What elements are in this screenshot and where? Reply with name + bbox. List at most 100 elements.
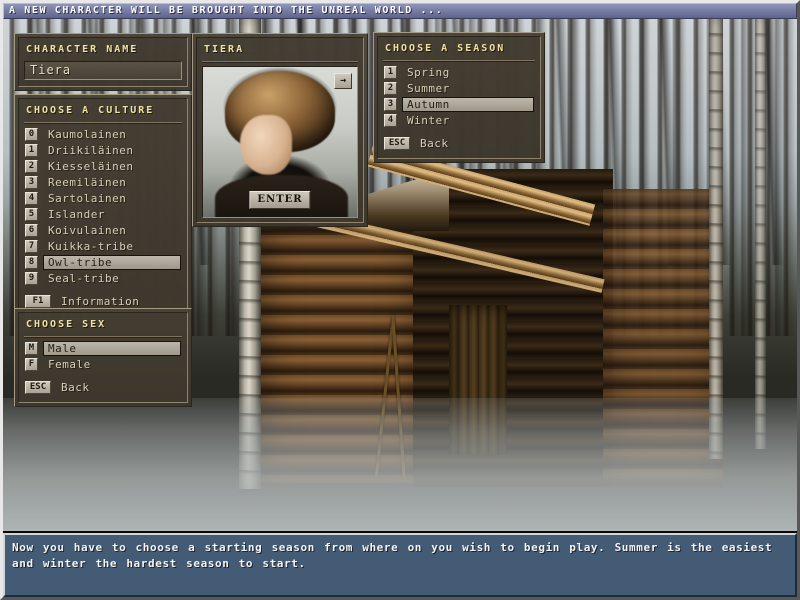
culture-item-7[interactable]: 7 Kuikka-tribe — [24, 239, 182, 254]
culture-option-9[interactable]: Seal-tribe — [43, 271, 181, 286]
season-option-autumn[interactable]: Autumn — [402, 96, 534, 112]
culture-item-3[interactable]: 3 Reemiläinen — [24, 175, 182, 190]
season-item-spring[interactable]: 1 Spring — [383, 65, 535, 80]
culture-item-2[interactable]: 2 Kiesseläinen — [24, 159, 182, 174]
season-actions-spacer — [383, 129, 535, 136]
snow-ground — [3, 397, 797, 531]
culture-option-4[interactable]: Sartolainen — [43, 191, 181, 206]
season-label-spring: Spring — [407, 65, 450, 79]
culture-key-8: 8 — [25, 255, 38, 269]
culture-panel-title: CHOOSE A CULTURE — [26, 105, 155, 116]
culture-label-8: Owl-tribe — [48, 255, 113, 269]
portrait-panel: TIERA → ENTER — [192, 33, 368, 227]
culture-option-0[interactable]: Kaumolainen — [43, 127, 181, 142]
portrait-panel-inner: TIERA → ENTER — [196, 37, 364, 223]
status-bar: Now you have to choose a starting season… — [3, 533, 797, 597]
sex-panel-inner: CHOOSE SEX M Male F Female ESC Back — [18, 312, 188, 403]
culture-key-2: 2 — [25, 159, 38, 173]
culture-item-9[interactable]: 9 Seal-tribe — [24, 271, 182, 286]
culture-label-4: Sartolainen — [48, 191, 127, 205]
season-action-option-back[interactable]: Back — [415, 136, 534, 151]
culture-option-2[interactable]: Kiesseläinen — [43, 159, 181, 174]
sex-option-male[interactable]: Male — [43, 340, 181, 356]
season-label-autumn: Autumn — [407, 97, 450, 111]
sex-label-male: Male — [48, 341, 77, 355]
portrait-panel-title: TIERA — [204, 44, 245, 55]
culture-label-1: Driikiläinen — [48, 143, 134, 157]
portrait-frame: → ENTER — [202, 65, 358, 218]
character-name-panel: CHARACTER NAME Tiera — [14, 33, 192, 91]
season-item-winter[interactable]: 4 Winter — [383, 113, 535, 128]
season-option-summer[interactable]: Summer — [402, 81, 534, 96]
game-window: A NEW CHARACTER WILL BE BROUGHT INTO THE… — [0, 0, 800, 600]
character-name-panel-inner: CHARACTER NAME Tiera — [18, 37, 188, 87]
sex-option-female[interactable]: Female — [43, 357, 181, 372]
culture-option-7[interactable]: Kuikka-tribe — [43, 239, 181, 254]
culture-label-9: Seal-tribe — [48, 271, 120, 285]
portrait-face — [239, 114, 293, 175]
culture-item-6[interactable]: 6 Koivulainen — [24, 223, 182, 238]
culture-option-3[interactable]: Reemiläinen — [43, 175, 181, 190]
sex-panel-title: CHOOSE SEX — [26, 319, 107, 330]
culture-option-5[interactable]: Islander — [43, 207, 181, 222]
culture-key-1: 1 — [25, 143, 38, 157]
sex-item-female[interactable]: F Female — [24, 357, 182, 372]
sex-action-back[interactable]: ESC Back — [24, 380, 182, 395]
sex-actions-spacer — [24, 373, 182, 380]
culture-action-option-information[interactable]: Information — [56, 294, 181, 309]
portrait-title-divider — [202, 60, 358, 62]
culture-item-1[interactable]: 1 Driikiläinen — [24, 143, 182, 158]
culture-label-2: Kiesseläinen — [48, 159, 134, 173]
character-name-input[interactable]: Tiera — [24, 60, 182, 80]
culture-item-0[interactable]: 0 Kaumolainen — [24, 127, 182, 142]
sex-panel: CHOOSE SEX M Male F Female ESC Back — [14, 308, 192, 407]
culture-action-information[interactable]: F1 Information — [24, 294, 182, 309]
culture-label-0: Kaumolainen — [48, 127, 127, 141]
season-option-spring[interactable]: Spring — [402, 65, 534, 80]
culture-option-8[interactable]: Owl-tribe — [43, 254, 181, 270]
culture-key-6: 6 — [25, 223, 38, 237]
season-key-4: 4 — [384, 113, 397, 127]
culture-label-6: Koivulainen — [48, 223, 127, 237]
culture-key-0: 0 — [25, 127, 38, 141]
culture-key-5: 5 — [25, 207, 38, 221]
sex-action-option-back[interactable]: Back — [56, 380, 181, 395]
culture-option-1[interactable]: Driikiläinen — [43, 143, 181, 158]
culture-item-8[interactable]: 8 Owl-tribe — [24, 254, 182, 270]
arrow-right-icon[interactable]: → — [334, 72, 352, 89]
sex-action-key-esc: ESC — [25, 380, 51, 394]
culture-label-3: Reemiläinen — [48, 175, 127, 189]
season-key-1: 1 — [384, 65, 397, 79]
season-panel-title: CHOOSE A SEASON — [385, 43, 506, 54]
culture-action-label-information: Information — [61, 294, 140, 308]
culture-item-5[interactable]: 5 Islander — [24, 207, 182, 222]
title-bar: A NEW CHARACTER WILL BE BROUGHT INTO THE… — [3, 3, 797, 19]
sex-title-divider — [24, 335, 182, 337]
culture-title-divider — [24, 121, 182, 123]
season-action-label-back: Back — [420, 136, 449, 150]
culture-item-4[interactable]: 4 Sartolainen — [24, 191, 182, 206]
season-item-autumn[interactable]: 3 Autumn — [383, 96, 535, 112]
culture-panel: CHOOSE A CULTURE 0 Kaumolainen 1 Driikil… — [14, 94, 192, 337]
season-label-summer: Summer — [407, 81, 450, 95]
window-title: A NEW CHARACTER WILL BE BROUGHT INTO THE… — [9, 5, 444, 16]
culture-label-5: Islander — [48, 207, 105, 221]
season-key-3: 3 — [384, 97, 397, 111]
sex-item-male[interactable]: M Male — [24, 340, 182, 356]
sex-key-m: M — [25, 341, 38, 355]
season-action-back[interactable]: ESC Back — [383, 136, 535, 151]
sex-key-f: F — [25, 357, 38, 371]
season-label-winter: Winter — [407, 113, 450, 127]
culture-action-key-f1: F1 — [25, 294, 51, 308]
character-name-title: CHARACTER NAME — [26, 44, 139, 55]
season-key-2: 2 — [384, 81, 397, 95]
season-item-summer[interactable]: 2 Summer — [383, 81, 535, 96]
birch-trunk-right — [755, 19, 766, 449]
culture-key-3: 3 — [25, 175, 38, 189]
culture-option-6[interactable]: Koivulainen — [43, 223, 181, 238]
enter-button[interactable]: ENTER — [249, 190, 311, 209]
season-option-winter[interactable]: Winter — [402, 113, 534, 128]
sex-label-female: Female — [48, 357, 91, 371]
status-message: Now you have to choose a starting season… — [12, 541, 773, 570]
culture-actions-spacer — [24, 287, 182, 294]
